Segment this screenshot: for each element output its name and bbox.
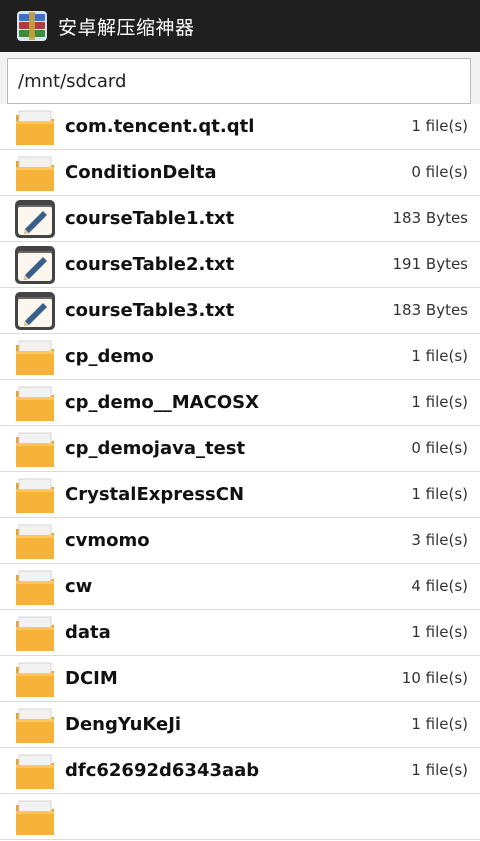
file-row[interactable]: DCIM 10 file(s): [0, 656, 480, 702]
file-name: DengYuKeJi: [65, 714, 182, 735]
path-bar: [0, 52, 480, 110]
file-row[interactable]: cp_demo 1 file(s): [0, 334, 480, 380]
file-row[interactable]: ConditionDelta 0 file(s): [0, 150, 480, 196]
file-name: dfc62692d6343aab: [65, 760, 260, 781]
folder-icon: [14, 705, 56, 745]
folder-icon: [14, 659, 56, 699]
file-name: ConditionDelta: [65, 162, 217, 183]
title-bar: 安卓解压缩神器: [0, 0, 480, 52]
file-meta: 183 Bytes: [392, 301, 469, 319]
file-meta: 10 file(s): [401, 669, 468, 687]
text-file-icon: [14, 291, 56, 331]
file-row[interactable]: courseTable2.txt 191 Bytes: [0, 242, 480, 288]
file-row[interactable]: data 1 file(s): [0, 610, 480, 656]
file-name: DCIM: [65, 668, 118, 689]
file-meta: 4 file(s): [411, 577, 468, 595]
file-meta: 191 Bytes: [392, 255, 469, 273]
folder-icon: [14, 153, 56, 193]
file-name: courseTable2.txt: [65, 254, 235, 275]
text-file-icon: [14, 245, 56, 285]
file-name: cp_demojava_test: [65, 438, 246, 459]
file-row[interactable]: cp_demojava_test 0 file(s): [0, 426, 480, 472]
file-name: cp_demo: [65, 346, 154, 367]
folder-icon: [14, 521, 56, 561]
file-name: cw: [65, 576, 93, 597]
folder-icon: [14, 429, 56, 469]
file-row[interactable]: dfc62692d6343aab 1 file(s): [0, 748, 480, 794]
file-name: cvmomo: [65, 530, 150, 551]
file-meta: 0 file(s): [411, 163, 468, 181]
folder-icon: [14, 475, 56, 515]
file-name: courseTable3.txt: [65, 300, 235, 321]
file-name: CrystalExpressCN: [65, 484, 245, 505]
file-meta: 1 file(s): [411, 623, 468, 641]
path-input[interactable]: [7, 58, 471, 104]
file-row[interactable]: com.tencent.qt.qtl 1 file(s): [0, 104, 480, 150]
file-name: courseTable1.txt: [65, 208, 235, 229]
folder-icon: [14, 337, 56, 377]
folder-icon: [14, 751, 56, 791]
file-meta: 183 Bytes: [392, 209, 469, 227]
file-name: data: [65, 622, 111, 643]
file-meta: 1 file(s): [411, 761, 468, 779]
file-meta: 1 file(s): [411, 117, 468, 135]
file-list: com.tencent.qt.qtl 1 file(s) ConditionDel…: [0, 104, 480, 840]
file-row[interactable]: cp_demo__MACOSX 1 file(s): [0, 380, 480, 426]
folder-icon: [14, 107, 56, 147]
app-title: 安卓解压缩神器: [58, 16, 195, 39]
file-row[interactable]: DengYuKeJi 1 file(s): [0, 702, 480, 748]
file-row[interactable]: courseTable1.txt 183 Bytes: [0, 196, 480, 242]
file-name: com.tencent.qt.qtl: [65, 116, 255, 137]
file-row[interactable]: cw 4 file(s): [0, 564, 480, 610]
file-meta: 1 file(s): [411, 715, 468, 733]
folder-icon: [14, 383, 56, 423]
file-meta: 1 file(s): [411, 347, 468, 365]
folder-icon: [14, 567, 56, 607]
file-meta: 1 file(s): [411, 393, 468, 411]
file-row[interactable]: courseTable3.txt 183 Bytes: [0, 288, 480, 334]
file-row[interactable]: CrystalExpressCN 1 file(s): [0, 472, 480, 518]
folder-icon: [14, 797, 56, 837]
file-meta: 3 file(s): [411, 531, 468, 549]
file-row[interactable]: cvmomo 3 file(s): [0, 518, 480, 564]
text-file-icon: [14, 199, 56, 239]
file-row[interactable]: [0, 794, 480, 840]
file-meta: 0 file(s): [411, 439, 468, 457]
file-name: cp_demo__MACOSX: [65, 392, 259, 413]
winrar-books-icon[interactable]: [14, 8, 50, 44]
folder-icon: [14, 613, 56, 653]
file-meta: 1 file(s): [411, 485, 468, 503]
